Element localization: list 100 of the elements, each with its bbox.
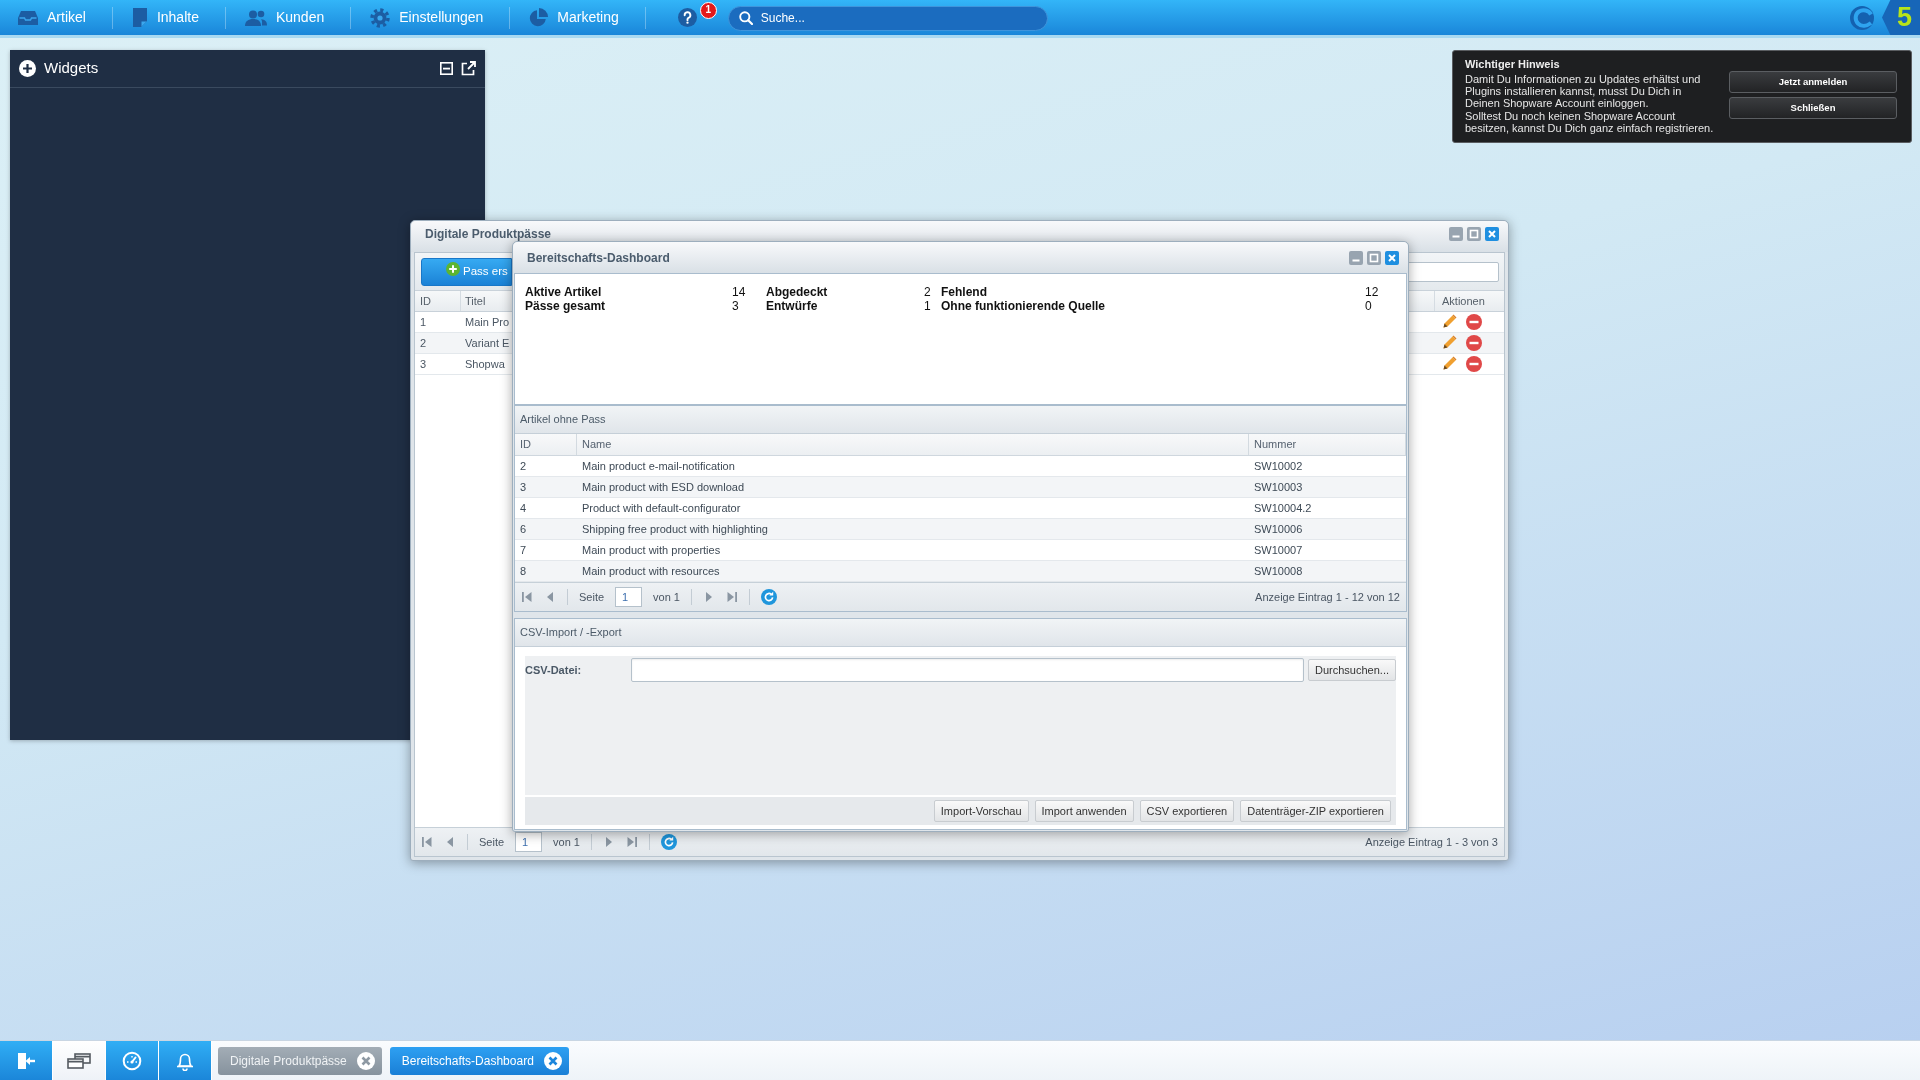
swirl-logo-icon — [1850, 5, 1874, 30]
close-icon[interactable] — [1385, 250, 1399, 265]
column-header: ID — [415, 291, 461, 311]
paging-info: Anzeige Eintrag 1 - 3 von 3 — [1365, 834, 1498, 850]
help-icon[interactable] — [677, 8, 697, 27]
table-cell: 3 — [515, 477, 577, 497]
pencil-icon[interactable] — [1441, 335, 1457, 351]
action-button[interactable]: Datenträger-ZIP exportieren — [1240, 800, 1391, 822]
notice-text: Solltest Du noch keinen Shopware Account besitzen, kannst Du Dich ganz einfach registrieren. — [1465, 109, 1715, 134]
window-title: Digitale Produktpässe — [425, 227, 552, 241]
close-icon[interactable] — [1485, 227, 1499, 241]
pencil-icon[interactable] — [1441, 356, 1457, 372]
menu-item[interactable]: Marketing — [510, 0, 645, 35]
table-cell: SW10008 — [1249, 561, 1406, 581]
file-field[interactable] — [631, 658, 1304, 682]
users-icon — [244, 9, 267, 26]
column-header: Titel — [464, 293, 487, 309]
refresh-icon[interactable] — [761, 589, 777, 605]
stat-label: Ohne funktionierende Quelle — [941, 299, 1107, 313]
taskbar-tab[interactable]: Bereitschafts-Dashboard — [389, 1046, 569, 1075]
taskbar-button[interactable] — [0, 1041, 53, 1080]
stat-label: Entwürfe — [766, 299, 819, 313]
action-button[interactable]: Import-Vorschau — [933, 800, 1029, 822]
table-cell-text: 7 — [519, 542, 528, 558]
menu-item[interactable]: Inhalte — [112, 0, 225, 35]
pencil-icon[interactable] — [1441, 314, 1457, 330]
table-cell-text: Product with default-configurator — [581, 500, 742, 516]
browse-button[interactable]: Durchsuchen... — [1308, 659, 1396, 681]
panel-title: Widgets — [44, 58, 99, 79]
stat-value: 14 — [732, 285, 747, 299]
table-cell-text: SW10007 — [1253, 542, 1304, 558]
minus-circle-icon[interactable] — [1466, 314, 1482, 330]
last-page-icon[interactable] — [726, 591, 738, 603]
column-header: ID — [515, 434, 577, 455]
stat-label: Abgedeckt — [766, 285, 829, 299]
stat-value: 2 — [924, 285, 932, 299]
close-icon[interactable] — [356, 1051, 375, 1070]
popup-button[interactable]: Schließen — [1729, 97, 1897, 119]
maximize-icon[interactable] — [1467, 227, 1481, 241]
menu-item[interactable]: Einstellungen — [351, 0, 510, 35]
search-field[interactable] — [1406, 261, 1499, 282]
popup-button[interactable]: Jetzt anmelden — [1729, 71, 1897, 93]
column-header: Nummer — [1249, 434, 1406, 455]
table-cell: 6 — [515, 519, 577, 539]
create-button[interactable]: Pass ers — [421, 257, 512, 286]
table-cell-text: SW10004.2 — [1253, 500, 1313, 516]
page-label: Seite — [479, 834, 505, 850]
external-link-icon[interactable] — [461, 61, 476, 76]
search-icon — [738, 10, 753, 25]
table-cell-text: Main Pro — [464, 314, 511, 330]
minus-circle-icon[interactable] — [1466, 335, 1482, 351]
table-cell: Main product with ESD download — [577, 477, 1249, 497]
search-field[interactable]: Suche... — [727, 5, 1048, 31]
logout-icon — [16, 1051, 36, 1070]
page-field[interactable]: 1 — [515, 832, 543, 852]
stat-label: Fehlend — [941, 285, 988, 299]
table-cell: 8 — [515, 561, 577, 581]
action-button[interactable]: Import anwenden — [1034, 800, 1134, 822]
table-cell: Shipping free product with highlighting — [577, 519, 1249, 539]
close-icon[interactable] — [543, 1051, 562, 1070]
table-cell-text: 2 — [419, 335, 428, 351]
menu-item[interactable]: Kunden — [225, 0, 351, 35]
table-cell-text: 4 — [519, 500, 528, 516]
page-count: von 1 — [553, 834, 580, 850]
refresh-icon[interactable] — [661, 834, 677, 850]
stat-label: Pässe gesamt — [525, 299, 607, 313]
notification-badge: 1 — [699, 2, 717, 19]
table-cell-text: Shopwa — [464, 356, 506, 372]
stat-value: 1 — [924, 299, 932, 313]
document-icon — [131, 8, 148, 27]
stacked-windows-icon — [67, 1052, 91, 1069]
paging-info: Anzeige Eintrag 1 - 12 von 12 — [1255, 589, 1400, 605]
page-label: Seite — [579, 589, 605, 605]
gear-icon — [370, 7, 391, 28]
first-page-icon[interactable] — [421, 836, 433, 848]
minus-circle-icon[interactable] — [1466, 356, 1482, 372]
taskbar-button[interactable] — [106, 1041, 159, 1080]
stat-value: 3 — [732, 299, 740, 313]
notice-text: Damit Du Informationen zu Updates erhältst und Plugins installieren kannst, musst Du Dich in Deinen Shopware Account einloggen. — [1465, 73, 1702, 110]
last-page-icon[interactable] — [626, 836, 638, 848]
menu-item[interactable]: Artikel — [18, 0, 112, 35]
logo-tile: 5 — [1882, 0, 1920, 35]
field-label: CSV-Datei: — [525, 662, 583, 678]
taskbar-button[interactable] — [53, 1041, 106, 1080]
column-header: Name — [577, 434, 1249, 455]
plus-circle-icon — [446, 261, 460, 276]
table-cell: Main product with resources — [577, 561, 1249, 581]
table-cell-text: Main product with properties — [581, 542, 722, 558]
minimize-icon[interactable] — [440, 62, 453, 75]
stat-label: Aktive Artikel — [525, 285, 603, 299]
page-field[interactable]: 1 — [615, 587, 643, 607]
table-cell: SW10006 — [1249, 519, 1406, 539]
action-button[interactable]: CSV exportieren — [1139, 800, 1235, 822]
stat-value: 0 — [1365, 299, 1373, 313]
first-page-icon[interactable] — [521, 591, 533, 603]
taskbar-button[interactable] — [159, 1041, 212, 1080]
plus-circle-icon[interactable] — [19, 60, 36, 77]
table-cell-text: Main product e-mail-notification — [581, 458, 736, 474]
pie-chart-icon — [529, 8, 549, 27]
maximize-icon[interactable] — [1367, 250, 1381, 265]
